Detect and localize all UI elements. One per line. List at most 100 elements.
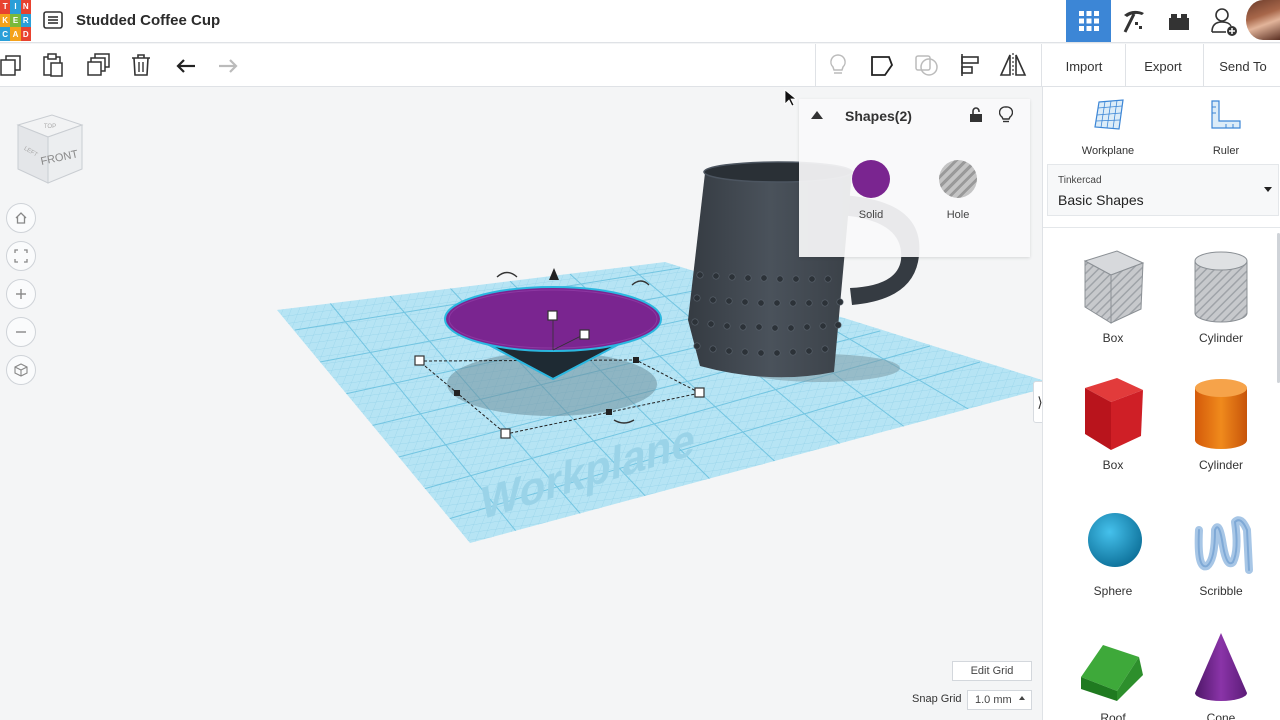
hole-swatch[interactable] [939, 160, 977, 198]
copy-button[interactable] [0, 51, 26, 79]
logo-letter: K [0, 13, 11, 28]
copy-icon [0, 55, 21, 76]
ruler-tool[interactable]: Ruler [1186, 99, 1266, 157]
design-list-button[interactable] [42, 10, 64, 30]
lift-handle[interactable] [549, 268, 559, 280]
toolbar: Import Export Send To [0, 44, 1280, 87]
shapes-panel: Workplane Ruler Tinkercad Basic Shapes B… [1042, 87, 1280, 720]
user-avatar[interactable] [1246, 0, 1280, 40]
send-to-button[interactable]: Send To [1208, 52, 1278, 80]
tinkercad-logo[interactable]: T I N K E R C A D [0, 0, 31, 41]
minecraft-view-button[interactable] [1111, 0, 1156, 42]
3d-viewport[interactable]: Workplane FRONT TOP LEFT Shapes(2) Solid… [0, 87, 1042, 720]
bricks-icon [1168, 14, 1189, 30]
shape-box-hole[interactable]: Box [1063, 247, 1163, 367]
view-cube[interactable]: FRONT TOP LEFT [14, 111, 84, 187]
group-button[interactable] [912, 51, 942, 79]
top-bar: T I N K E R C A D Studded Coffee Cup [0, 0, 1280, 43]
collapse-panel-button[interactable]: ⟩ [1033, 381, 1042, 423]
workplane-tool[interactable]: Workplane [1068, 99, 1148, 157]
zoom-in-button[interactable] [6, 279, 36, 309]
solid-color-swatch[interactable] [852, 160, 890, 198]
show-hidden-button[interactable] [823, 51, 853, 79]
shape-label: Scribble [1199, 584, 1243, 598]
resize-handle[interactable] [454, 390, 460, 396]
paste-button[interactable] [38, 51, 68, 79]
duplicate-icon [87, 53, 110, 76]
shape-label: Box [1102, 458, 1124, 472]
hide-button[interactable] [997, 106, 1015, 124]
orthographic-icon [14, 363, 28, 377]
shape-sphere[interactable]: Sphere [1063, 500, 1163, 620]
logo-letter: R [20, 13, 31, 28]
chevron-down-icon [1264, 187, 1272, 192]
scribble-icon [1194, 516, 1253, 574]
workplane[interactable] [250, 240, 1042, 560]
pickaxe-icon [1123, 10, 1144, 33]
zoom-out-button[interactable] [6, 317, 36, 347]
shape-cylinder-hole[interactable]: Cylinder [1171, 247, 1271, 367]
bricks-view-button[interactable] [1156, 0, 1201, 42]
resize-handle[interactable] [414, 355, 425, 366]
note-button[interactable] [867, 51, 897, 79]
shape-library-select[interactable]: Tinkercad Basic Shapes [1047, 164, 1279, 216]
shape-cone[interactable]: Cone [1171, 627, 1271, 720]
lock-button[interactable] [967, 106, 985, 124]
fit-view-icon [14, 249, 28, 263]
panel-divider [1043, 227, 1280, 228]
light-bulb-icon [830, 54, 846, 74]
align-icon [961, 54, 979, 76]
import-button[interactable]: Import [1050, 52, 1118, 80]
shape-cylinder[interactable]: Cylinder [1171, 374, 1271, 494]
shape-label: Cone [1206, 711, 1236, 720]
3d-design-view-button[interactable] [1066, 0, 1111, 42]
redo-button[interactable] [213, 51, 243, 79]
align-button[interactable] [955, 51, 985, 79]
snap-grid-select[interactable]: 1.0 mm [967, 690, 1032, 710]
export-button[interactable]: Export [1130, 52, 1196, 80]
add-user-icon [1210, 8, 1237, 36]
shape-roof[interactable]: Roof [1063, 627, 1163, 720]
redo-icon [219, 59, 238, 73]
solid-label: Solid [858, 209, 884, 221]
logo-letter: D [20, 27, 31, 41]
design-list-icon [43, 11, 63, 29]
height-handle[interactable] [547, 310, 558, 321]
inspector-title: Shapes(2) [845, 108, 912, 124]
logo-letter: N [20, 0, 31, 14]
shape-label: Cylinder [1198, 458, 1243, 472]
mouse-cursor-icon [784, 89, 798, 107]
account-button[interactable] [1201, 0, 1246, 42]
design-title[interactable]: Studded Coffee Cup [76, 12, 220, 29]
toolbar-divider [815, 44, 816, 87]
toolbar-divider [1125, 44, 1126, 87]
resize-handle[interactable] [500, 428, 511, 439]
delete-icon [132, 54, 150, 76]
resize-handle[interactable] [633, 357, 639, 363]
duplicate-button[interactable] [83, 51, 113, 79]
collapse-inspector-button[interactable] [809, 107, 825, 123]
undo-button[interactable] [171, 51, 201, 79]
chevron-up-icon [811, 111, 823, 119]
fit-view-button[interactable] [6, 241, 36, 271]
ruler-icon [1211, 100, 1241, 129]
logo-letter: C [0, 27, 11, 41]
inspector-header: Shapes(2) [799, 99, 1030, 133]
zoom-in-icon [16, 289, 26, 299]
box-icon [1085, 378, 1143, 450]
roof-icon [1081, 645, 1143, 701]
sphere-icon [1088, 513, 1142, 567]
orthographic-button[interactable] [6, 355, 36, 385]
snap-grid-value: 1.0 mm [975, 694, 1012, 706]
rotate-handle[interactable] [496, 271, 518, 278]
resize-handle[interactable] [694, 387, 705, 398]
edit-grid-button[interactable]: Edit Grid [952, 661, 1032, 681]
resize-handle[interactable] [606, 409, 612, 415]
mirror-button[interactable] [998, 51, 1028, 79]
home-view-button[interactable] [6, 203, 36, 233]
resize-handle[interactable] [579, 329, 590, 340]
shape-scribble[interactable]: Scribble [1171, 500, 1271, 620]
delete-button[interactable] [126, 51, 156, 79]
logo-letter: T [0, 0, 11, 14]
shape-box[interactable]: Box [1063, 374, 1163, 494]
